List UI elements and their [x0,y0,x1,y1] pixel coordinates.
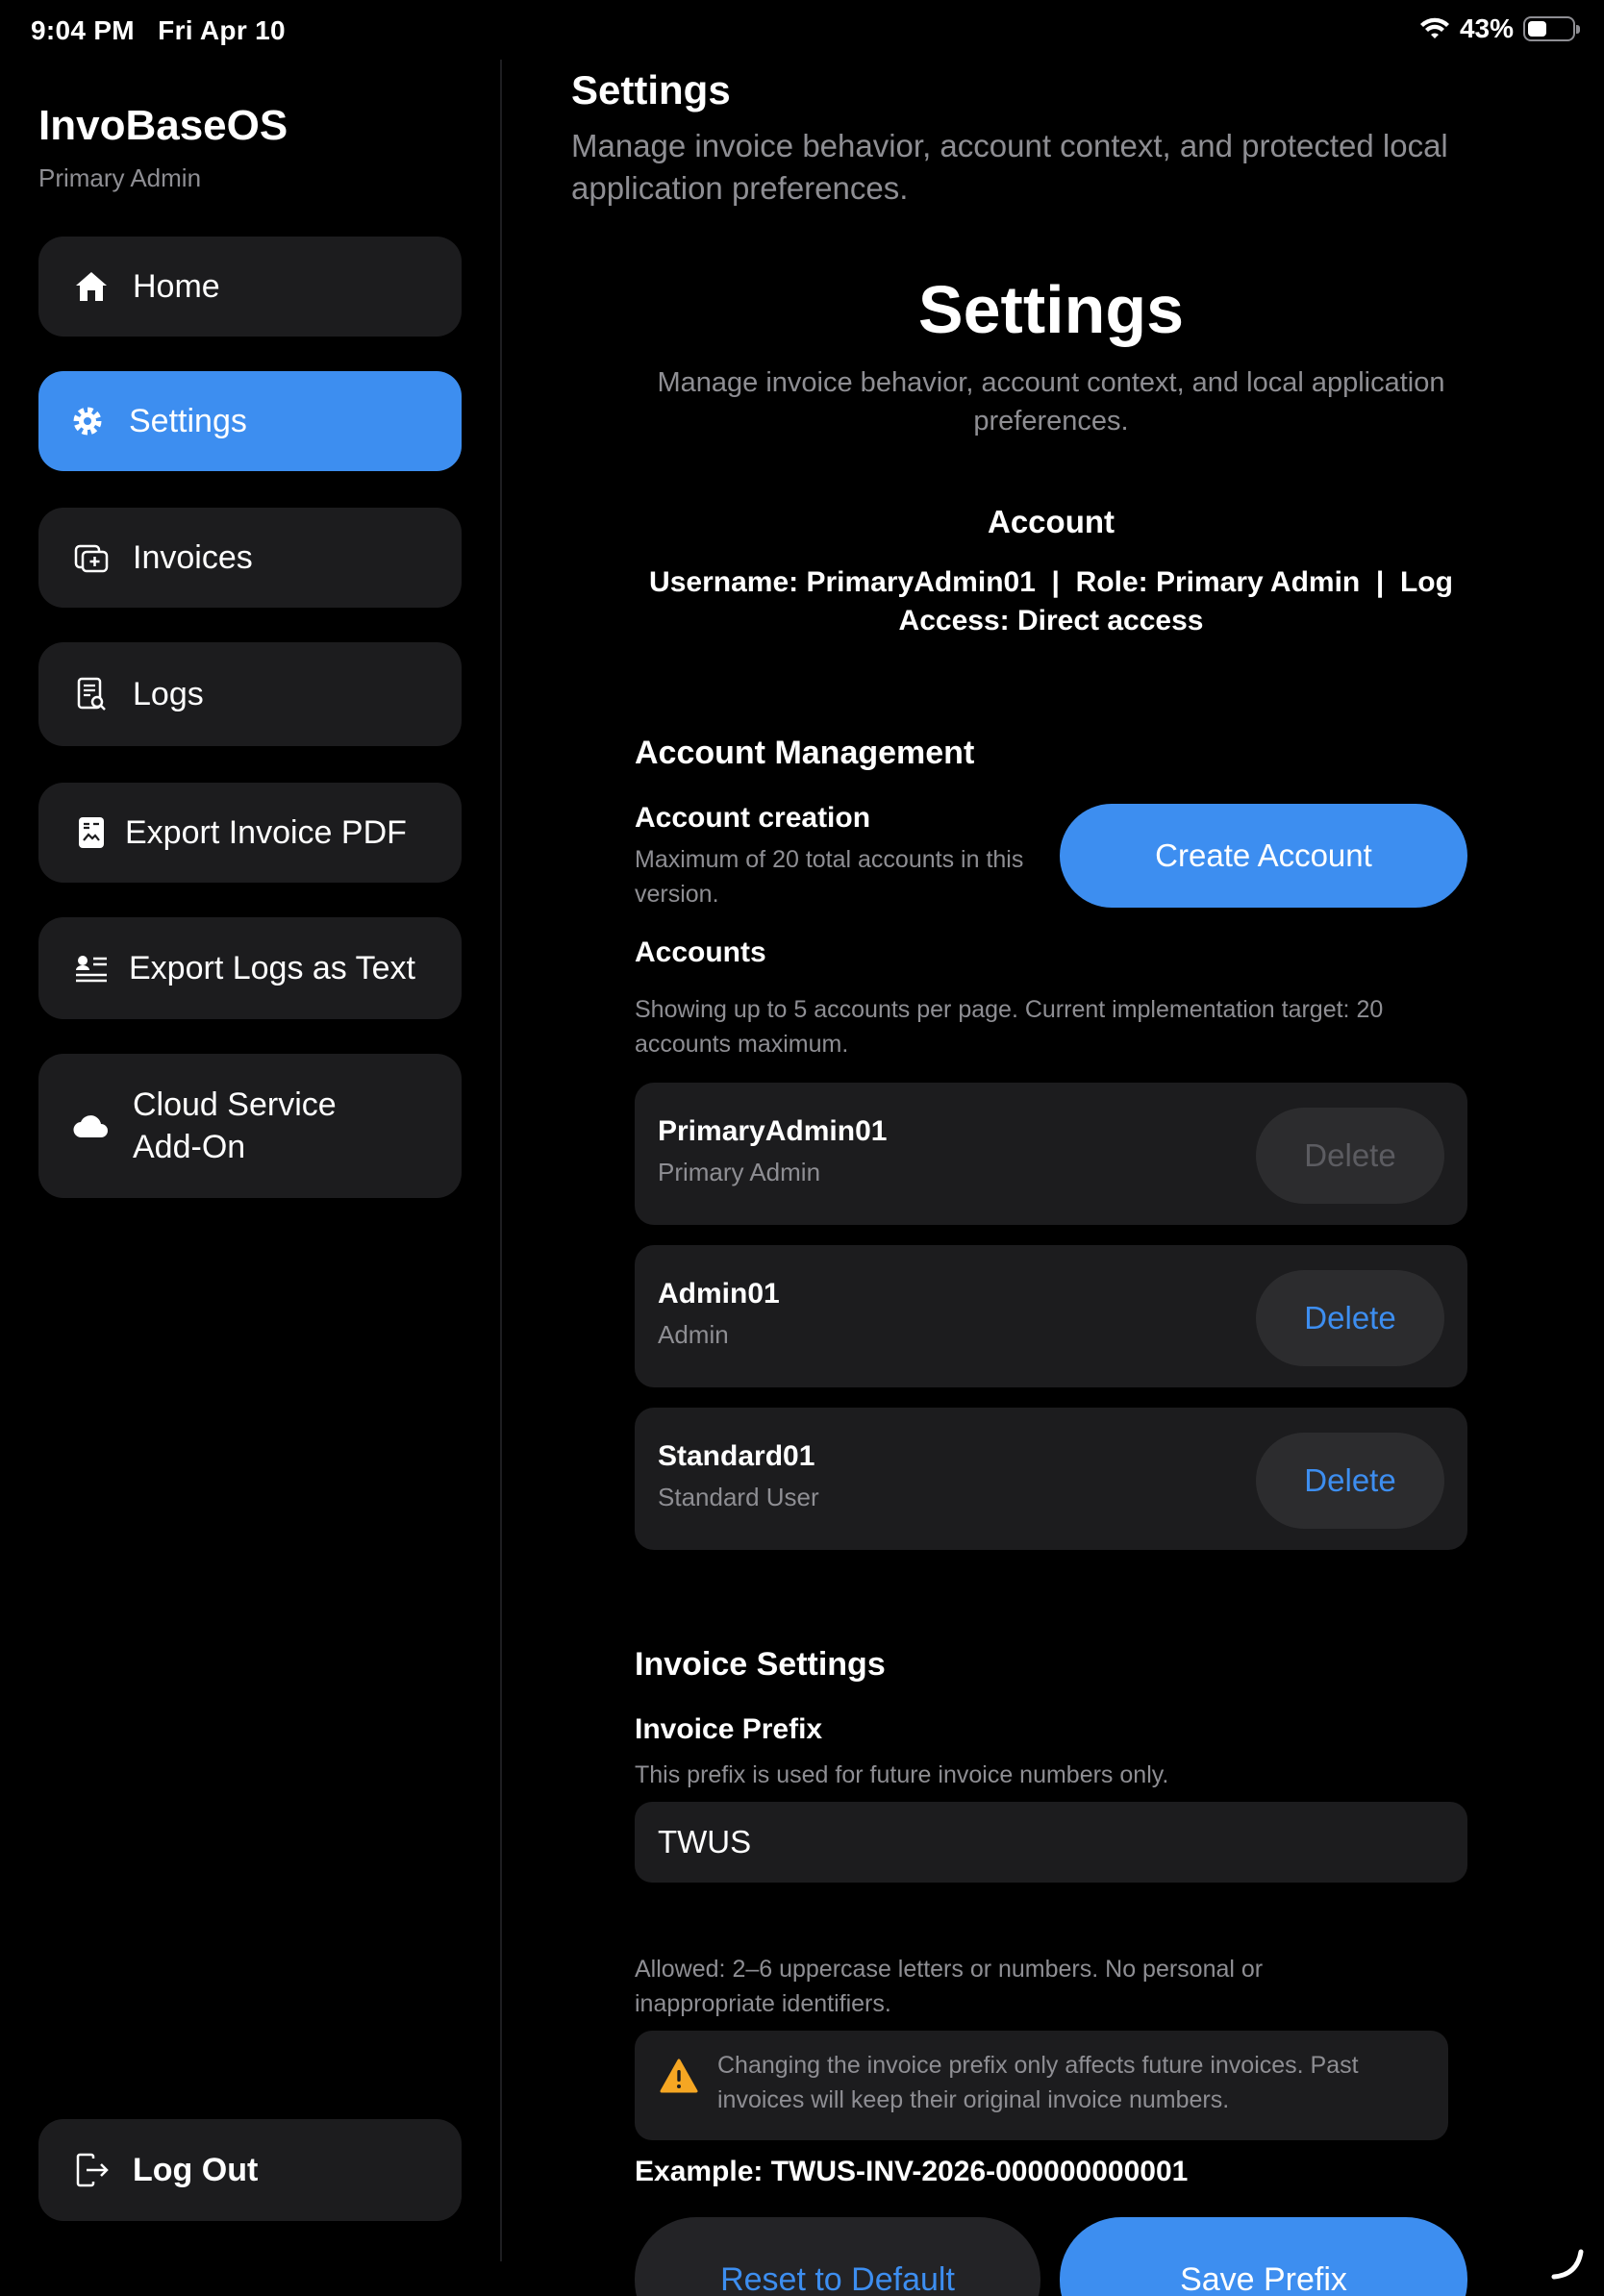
settings-description: Manage invoice behavior, account context… [657,367,1445,437]
account-role: Admin [658,1320,729,1349]
sidebar-item-settings[interactable]: Settings [38,371,462,471]
invoice-prefix-input[interactable] [635,1802,1467,1883]
add-document-icon [71,537,112,578]
status-indicators: 43% [1419,13,1580,44]
delete-account-button[interactable]: Delete [1256,1270,1444,1366]
sidebar-item-label: Export Logs as Text [129,949,415,986]
warning-icon [660,2059,698,2093]
sidebar-item-home[interactable]: Home [38,237,462,337]
settings-heading: Settings [917,272,1185,347]
battery-percent: 43% [1459,13,1514,43]
sidebar-divider [500,60,502,2261]
status-bar: 9:04 PM Fri Apr 10 43% [0,0,1604,60]
resize-handle-icon [1551,2249,1584,2280]
sidebar: InvoBaseOS Primary Admin Home Settings I… [0,60,500,2296]
account-name: Standard01 [658,1440,815,1472]
invoice-prefix-title: Invoice Prefix [635,1713,823,1745]
page-title: Settings [571,67,731,112]
account-row: Admin01 Admin Delete [635,1245,1467,1387]
delete-account-button[interactable]: Delete [1256,1433,1444,1529]
account-name: PrimaryAdmin01 [658,1115,888,1147]
account-info: Username: PrimaryAdmin01 | Role: Primary… [649,566,1453,636]
delete-account-button[interactable]: Delete [1256,1108,1444,1204]
account-creation-title: Account creation [635,802,871,834]
user-role: Primary Admin [38,163,202,192]
status-time: 9:04 PM Fri Apr 10 [31,15,286,45]
battery-icon [1523,16,1580,41]
account-heading: Account [988,504,1115,539]
account-row: PrimaryAdmin01 Primary Admin Delete [635,1083,1467,1225]
invoice-settings-title: Invoice Settings [635,1646,886,1683]
sidebar-item-invoices[interactable]: Invoices [38,508,462,608]
save-prefix-button[interactable]: Save Prefix [1060,2217,1467,2296]
prefix-example: Example: TWUS-INV-2026-000000000001 [635,2156,1189,2187]
app-title: InvoBaseOS [38,102,288,149]
account-role: Standard User [658,1483,819,1511]
cloud-icon [71,1106,112,1146]
invoice-prefix-help: This prefix is used for future invoice n… [635,1761,1169,1788]
sidebar-item-label: Logs [133,675,204,712]
gear-icon [67,401,108,441]
sidebar-item-label: Cloud Service Add-On [133,1086,337,1165]
sidebar-item-export-logs-text[interactable]: Export Logs as Text [38,917,462,1019]
sidebar-item-label: Settings [129,402,247,439]
account-management-title: Account Management [635,735,975,771]
house-icon [71,266,112,307]
create-account-button[interactable]: Create Account [1060,804,1467,908]
account-name: Admin01 [658,1278,780,1310]
account-creation-help: Maximum of 20 total accounts in this ver… [635,846,1024,908]
sidebar-item-label: Home [133,267,220,305]
sidebar-item-logs[interactable]: Logs [38,642,462,746]
accounts-title: Accounts [635,936,766,968]
page-description: Manage invoice behavior, account context… [571,128,1448,206]
logout-icon [71,2150,112,2190]
prefix-warning: Changing the invoice prefix only affects… [635,2031,1448,2140]
text-export-icon [71,948,112,988]
reset-default-button[interactable]: Reset to Default [635,2217,1040,2296]
account-row: Standard01 Standard User Delete [635,1408,1467,1550]
sidebar-item-label: Export Invoice PDF [125,813,407,851]
pdf-export-icon [71,812,112,853]
warning-text: Changing the invoice prefix only affects… [717,2052,1359,2113]
accounts-help: Showing up to 5 accounts per page. Curre… [635,996,1384,1058]
logout-label: Log Out [133,2151,259,2188]
account-role: Primary Admin [658,1158,821,1186]
wifi-icon [1419,17,1449,38]
logout-button[interactable]: Log Out [38,2119,462,2221]
sidebar-item-export-invoice-pdf[interactable]: Export Invoice PDF [38,783,462,883]
prefix-allowed-help: Allowed: 2–6 uppercase letters or number… [635,1956,1264,2017]
sidebar-item-cloud-service[interactable]: Cloud Service Add-On [38,1054,462,1198]
log-search-icon [71,674,112,714]
sidebar-item-label: Invoices [133,538,253,576]
